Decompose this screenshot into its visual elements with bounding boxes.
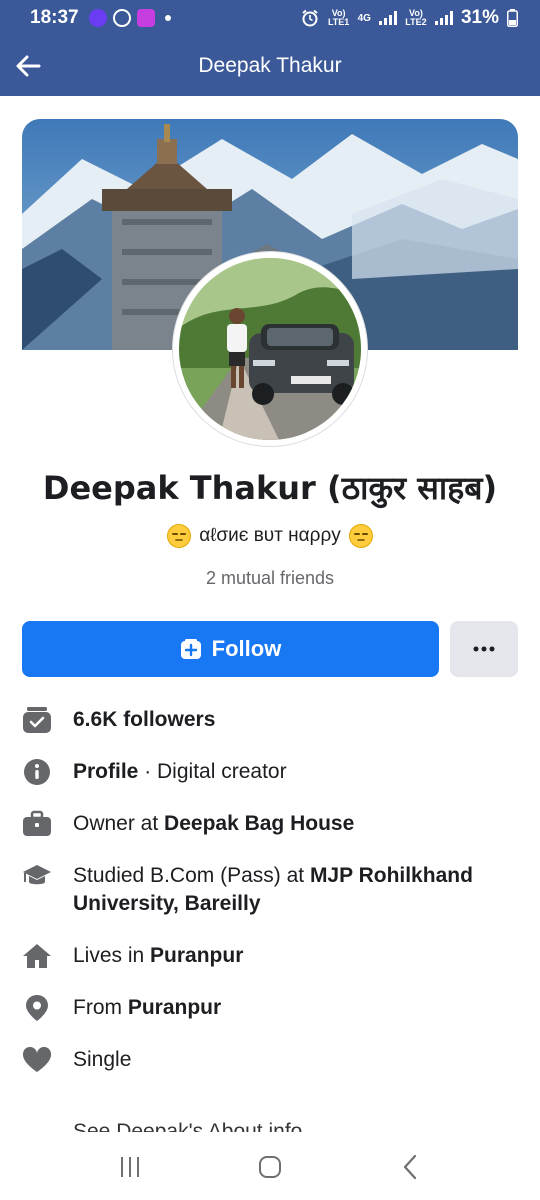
unamused-face-emoji-icon [167,524,192,548]
system-nav-bar [0,1134,540,1200]
network-label-2: 4G [357,12,371,24]
profile-avatar[interactable] [173,252,367,446]
follow-label: Follow [211,636,282,661]
info-icon [22,758,52,786]
app-header: Deepak Thakur [0,36,540,96]
status-bar: 18:37 Vo) LTE1 4G Vo) LTE2 31% [0,0,540,36]
recent-apps-icon [121,1157,139,1177]
home-button-icon [259,1156,281,1178]
network-label-3: Vo) LTE2 [405,8,427,27]
system-back-button[interactable] [380,1142,440,1192]
app-notification-icon [136,9,155,27]
signal-strength-2-icon [434,11,453,25]
arrow-left-icon [16,55,41,77]
back-chevron-icon [403,1154,417,1180]
network-label-1: Vo) LTE1 [327,8,350,27]
home-icon [22,942,52,970]
more-dots-icon [473,646,495,652]
bio-text: αℓσиє вυт нαρρу [199,525,341,546]
detail-followers[interactable]: 6.6K followers [22,706,522,734]
avatar-image [179,258,361,440]
whatsapp-notification-icon [112,9,131,27]
back-button[interactable] [0,36,56,96]
profile-details-list: 6.6K followers Profile · Digital creator… [22,706,522,1098]
graduation-cap-icon [22,862,52,890]
detail-text: Owner at Deepak Bag House [73,812,355,835]
unamused-face-emoji-icon [348,524,373,548]
detail-from[interactable]: From Puranpur [22,994,522,1022]
detail-text: Profile · Digital creator [73,760,287,783]
briefcase-icon [22,810,52,838]
more-options-button[interactable] [450,621,518,677]
mutual-friends-link[interactable]: 2 mutual friends [0,568,540,589]
profile-bio: αℓσиє вυт нαρρу [0,524,540,548]
followers-icon [22,706,52,734]
detail-text: Single [73,1048,132,1071]
alarm-icon [301,9,318,27]
detail-work[interactable]: Owner at Deepak Bag House [22,810,522,838]
detail-profile-category[interactable]: Profile · Digital creator [22,758,522,786]
signal-strength-1-icon [378,11,397,25]
home-button[interactable] [240,1142,300,1192]
profile-name: Deepak Thakur (ठाकुर साहब) [42,469,498,507]
messenger-notification-icon [88,9,107,27]
recent-apps-button[interactable] [100,1142,160,1192]
see-about-info-link[interactable]: See Deepak's About info [73,1118,302,1132]
status-time: 18:37 [30,7,79,28]
detail-text: Lives in Puranpur [73,944,244,967]
detail-education[interactable]: Studied B.Com (Pass) at MJP Rohilkhand U… [22,862,522,918]
follow-button[interactable]: Follow [22,621,439,677]
more-notifications-dot-icon [164,15,171,21]
header-title: Deepak Thakur [198,54,342,77]
follow-plus-icon [180,639,201,659]
detail-text: Studied B.Com (Pass) at MJP Rohilkhand U… [73,864,473,915]
detail-text: 6.6K followers [73,708,216,731]
detail-relationship[interactable]: Single [22,1046,522,1074]
location-pin-icon [22,994,52,1022]
heart-icon [22,1046,52,1074]
battery-icon [507,9,518,27]
detail-lives-in[interactable]: Lives in Puranpur [22,942,522,970]
detail-text: From Puranpur [73,996,222,1019]
battery-percent: 31% [460,7,499,28]
